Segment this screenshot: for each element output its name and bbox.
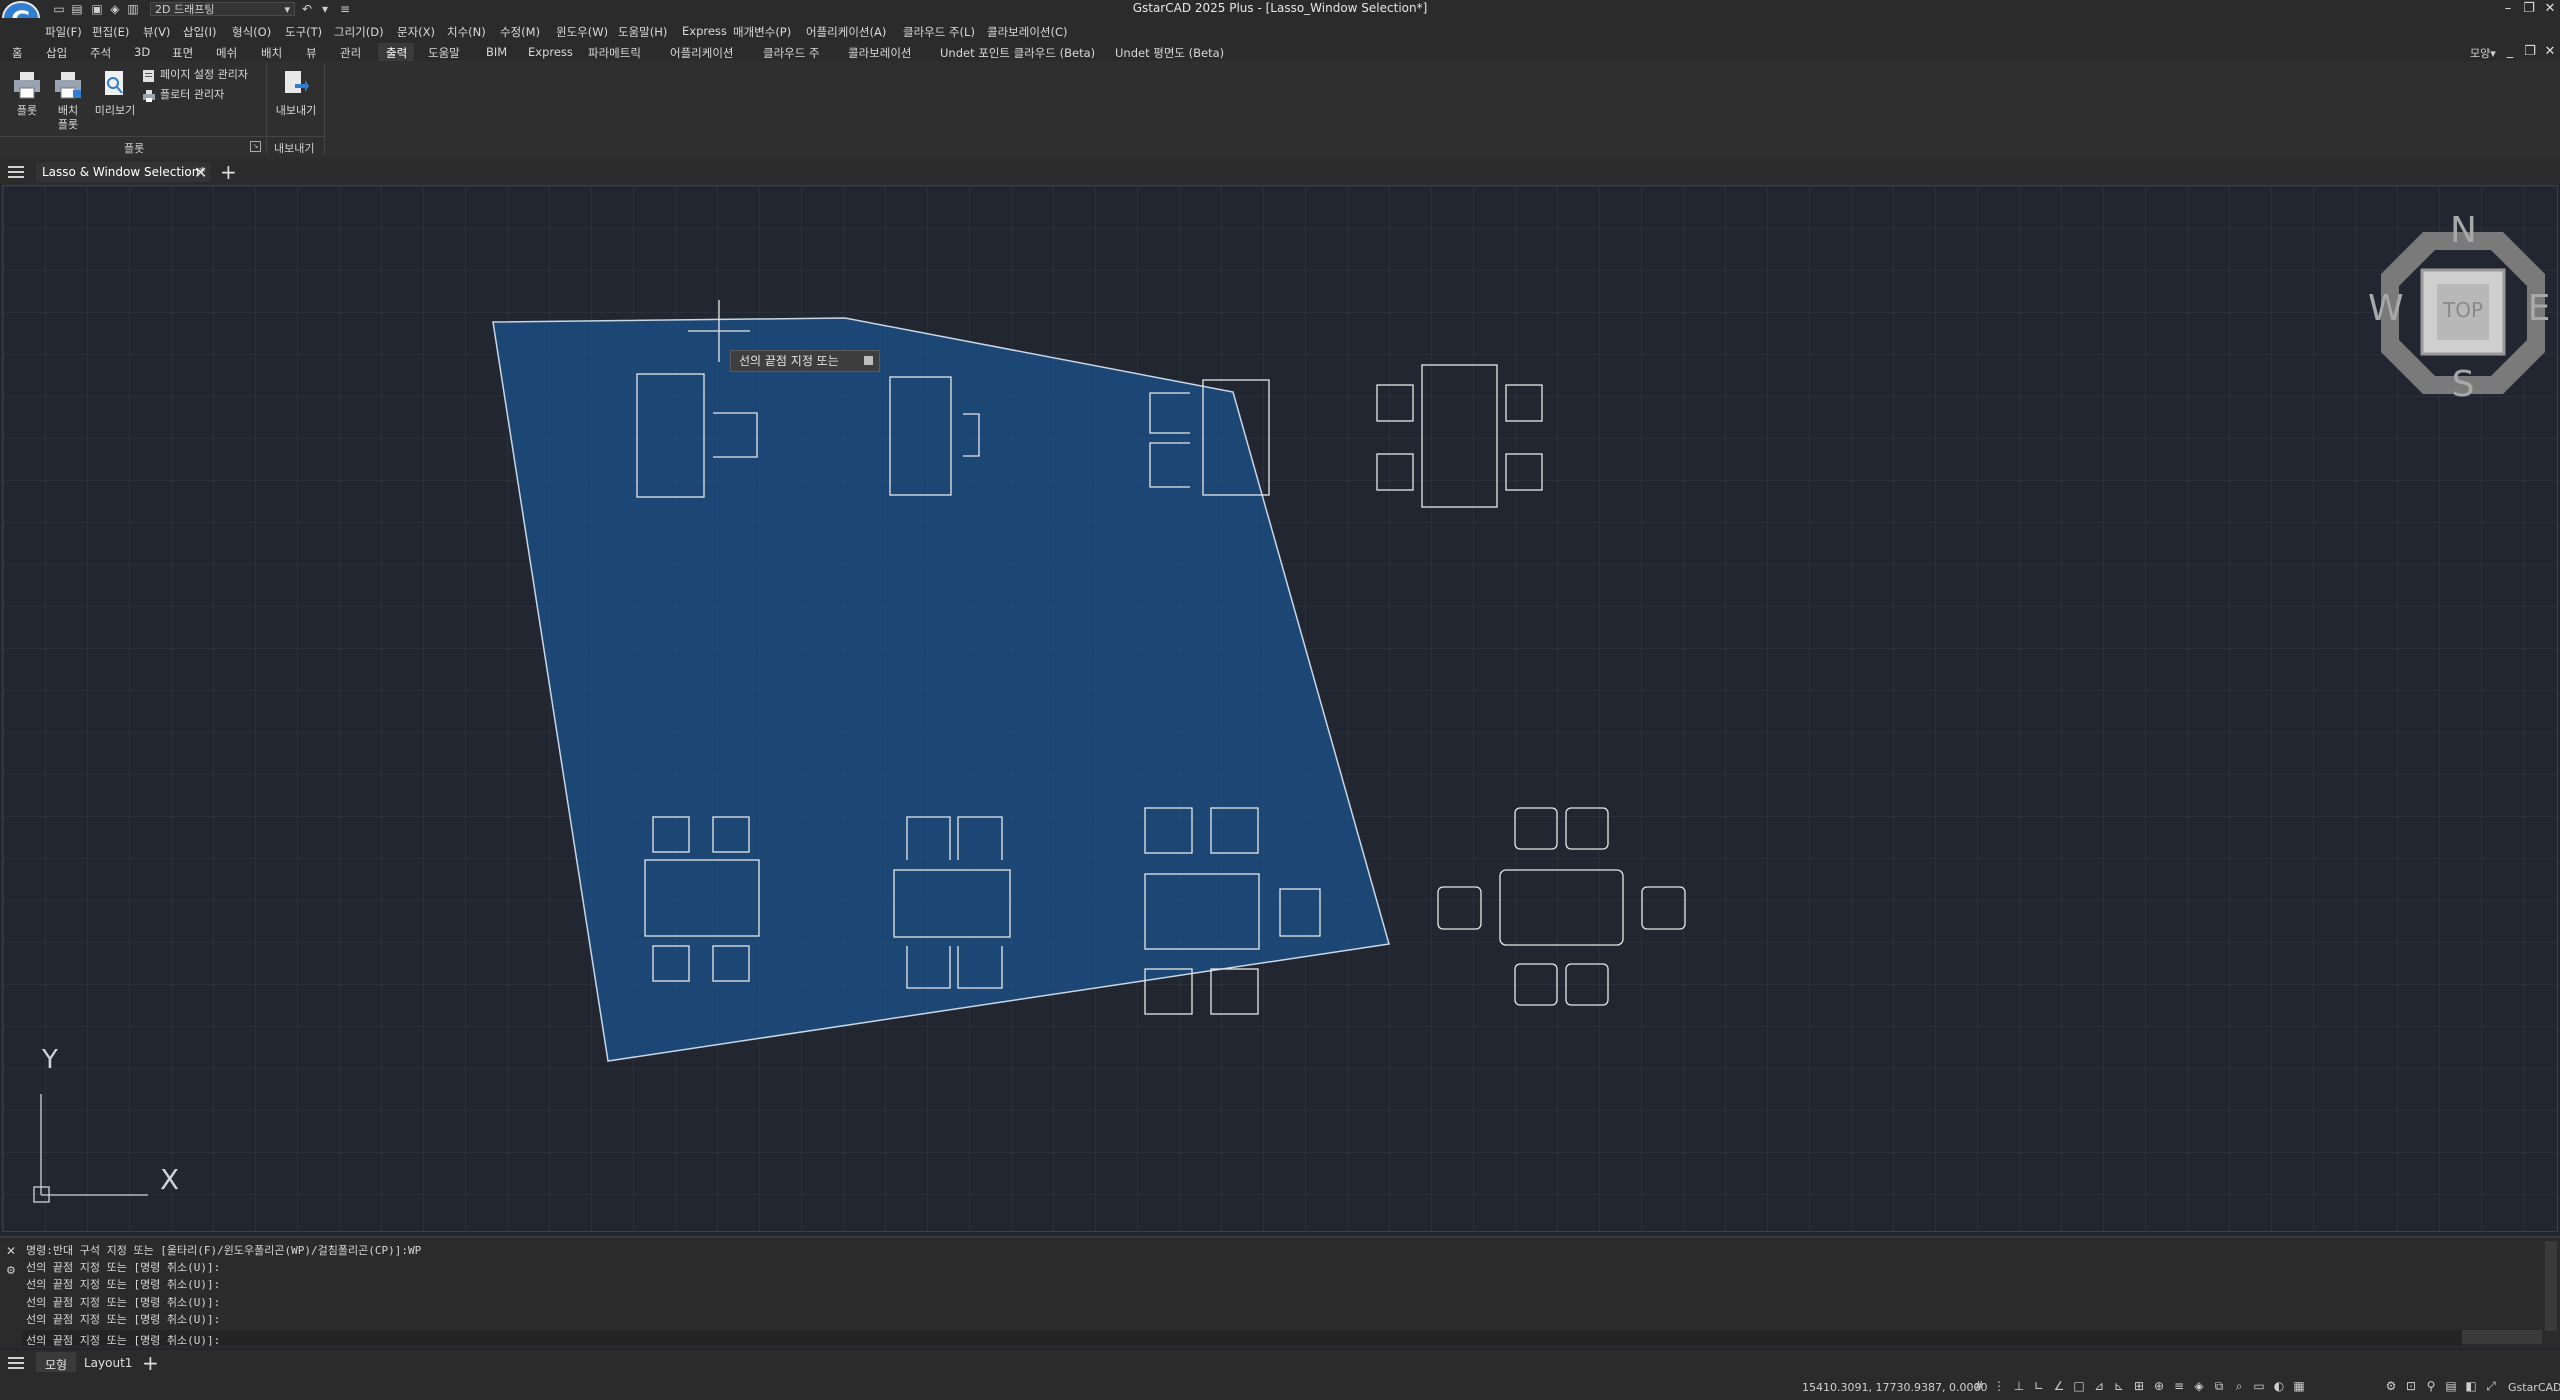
command-history-line: 선의 끝점 지정 또는 [명령 취소(U)]: <box>26 1313 221 1326</box>
add-layout-icon[interactable]: + <box>142 1351 159 1375</box>
command-prompt: 선의 끝점 지정 또는 [명령 취소(U)]: <box>26 1334 221 1347</box>
annotation-icon[interactable]: ⧉ <box>2213 1380 2225 1392</box>
command-history-line: 명령:반대 구석 지정 또는 [울타리(F)/윈도우폴리곤(WP)/걸침폴리곤(… <box>26 1244 422 1257</box>
viewcube-south-label[interactable]: S <box>2450 364 2476 405</box>
gear-icon[interactable]: ⚙ <box>2385 1380 2397 1392</box>
viewcube-west-label[interactable]: W <box>2368 288 2404 329</box>
grid-icon[interactable]: # <box>1973 1380 1985 1392</box>
monitor-icon[interactable]: ▭ <box>2253 1380 2265 1392</box>
transparency-icon[interactable]: ≡ <box>2173 1380 2185 1392</box>
table-icon[interactable]: ▦ <box>2293 1380 2305 1392</box>
lock-icon[interactable]: ⊡ <box>2405 1380 2417 1392</box>
otrack-icon[interactable]: ⊿ <box>2093 1380 2105 1392</box>
lineweight-icon[interactable]: ⊕ <box>2153 1380 2165 1392</box>
ucs-icon <box>33 1094 148 1203</box>
command-history-line: 선의 끝점 지정 또는 [명령 취소(U)]: <box>26 1278 221 1291</box>
ucs-y-label: Y <box>42 1045 58 1075</box>
table-group-4 <box>1376 364 1543 508</box>
viewcube-top-label[interactable]: TOP <box>2436 298 2490 322</box>
command-history-line: 선의 끝점 지정 또는 [명령 취소(U)]: <box>26 1261 221 1274</box>
command-settings-icon[interactable]: ⚙ <box>6 1264 16 1277</box>
command-close-icon[interactable]: ✕ <box>6 1244 16 1258</box>
snap-icon[interactable]: ⋮ <box>1993 1380 2005 1392</box>
layout-tab-bar <box>0 1350 2560 1374</box>
performance-icon[interactable]: ▤ <box>2445 1380 2457 1392</box>
polar-icon[interactable]: ∠ <box>2053 1380 2065 1392</box>
clean-screen-icon[interactable]: ⤢ <box>2485 1380 2497 1392</box>
command-input-line[interactable] <box>22 1330 2462 1346</box>
tab-layout1[interactable]: Layout1 <box>84 1356 132 1370</box>
command-horizontal-scrollbar[interactable] <box>2462 1330 2542 1344</box>
coordinate-readout: 15410.3091, 17730.9387, 0.0000 <box>1802 1381 1988 1394</box>
drawing-svg <box>33 232 2545 1203</box>
infer-icon[interactable]: ⊥ <box>2013 1380 2025 1392</box>
command-history-line: 선의 끝점 지정 또는 [명령 취소(U)]: <box>26 1296 221 1309</box>
tooltip-options-icon[interactable] <box>864 356 873 365</box>
selection-cycling-icon[interactable]: ◈ <box>2193 1380 2205 1392</box>
brand-label: GstarCAD <box>2508 1381 2560 1394</box>
table-group-8 <box>1437 807 1686 1006</box>
tab-model-label: 모형 <box>45 1358 68 1372</box>
isolate-icon[interactable]: ◐ <box>2273 1380 2285 1392</box>
ucs-x-label: X <box>160 1163 180 1196</box>
dynamic-input-tooltip: 선의 끝점 지정 또는 <box>730 350 880 372</box>
dynamic-ucs-icon[interactable]: ⊾ <box>2113 1380 2125 1392</box>
zoom-icon[interactable]: ⌕ <box>2233 1380 2245 1392</box>
display-icon[interactable]: ◧ <box>2465 1380 2477 1392</box>
dynamic-input-icon[interactable]: ⊞ <box>2133 1380 2145 1392</box>
layout-menu-icon[interactable] <box>8 1356 24 1370</box>
viewcube-north-label[interactable]: N <box>2450 210 2477 251</box>
ortho-icon[interactable]: ∟ <box>2033 1380 2045 1392</box>
command-scrollbar[interactable] <box>2545 1241 2557 1331</box>
pin-icon[interactable]: ⚲ <box>2425 1380 2437 1392</box>
osnap-icon[interactable]: □ <box>2073 1380 2085 1392</box>
viewcube-east-label[interactable]: E <box>2526 288 2552 329</box>
